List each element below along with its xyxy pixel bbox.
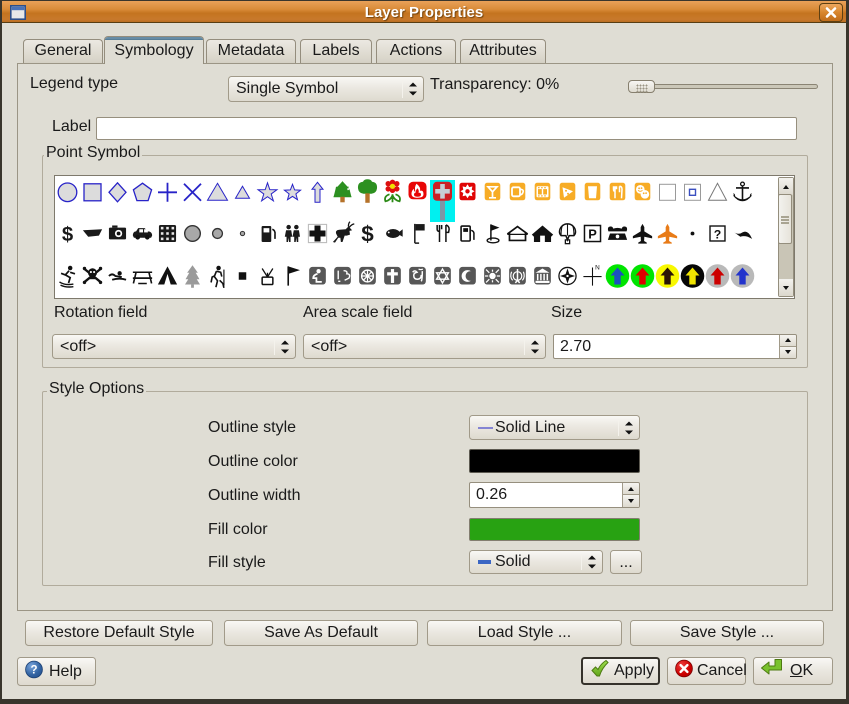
- svg-text:?: ?: [30, 664, 37, 676]
